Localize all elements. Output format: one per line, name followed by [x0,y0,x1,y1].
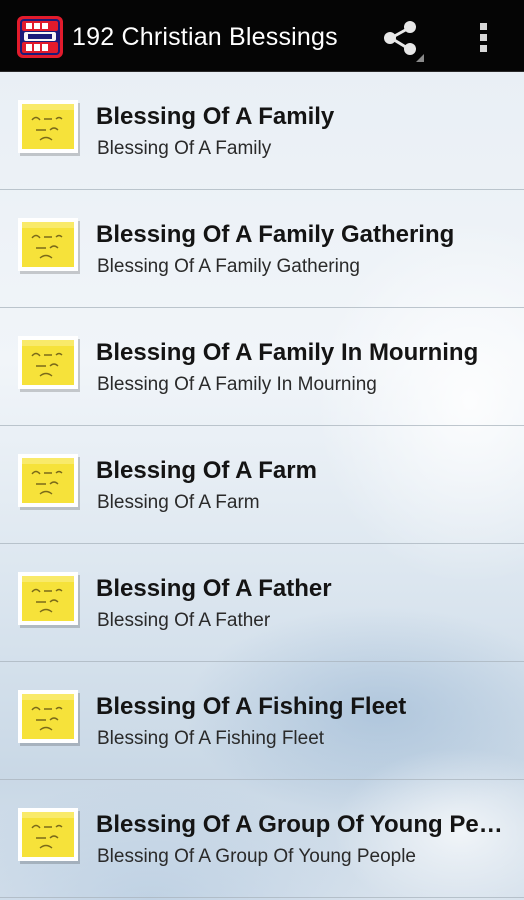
list-item[interactable]: Blessing Of A Group Of Young People Bles… [0,780,524,898]
app-logo-icon[interactable] [14,14,66,60]
item-title: Blessing Of A Father [96,575,332,602]
list-item[interactable]: Blessing Of A Fishing Fleet Blessing Of … [0,662,524,780]
list-item[interactable]: Blessing Of A Family Blessing Of A Famil… [0,72,524,190]
item-title: Blessing Of A Group Of Young People [96,811,514,838]
item-subtitle: Blessing Of A Father [97,610,271,631]
item-subtitle: Blessing Of A Family Gathering [97,256,360,277]
sticky-note-icon [18,336,80,392]
item-title: Blessing Of A Family Gathering [96,221,455,248]
sticky-note-icon [18,218,80,274]
sticky-note-icon [18,572,80,628]
item-title: Blessing Of A Fishing Fleet [96,693,407,720]
list-item[interactable]: Blessing Of A Family Gathering Blessing … [0,190,524,308]
item-title: Blessing Of A Family [96,103,335,130]
sticky-note-icon [18,454,80,510]
list-item[interactable]: Blessing Of A Farm Blessing Of A Farm [0,426,524,544]
overflow-menu-icon[interactable] [464,14,504,60]
item-title: Blessing Of A Farm [96,457,317,484]
blessings-list: Blessing Of A Family Blessing Of A Famil… [0,72,524,898]
action-bar: 192 Christian Blessings [0,0,524,72]
list-item[interactable]: Blessing Of A Father Blessing Of A Fathe… [0,544,524,662]
sticky-note-icon [18,690,80,746]
item-title: Blessing Of A Family In Mourning [96,339,479,366]
list-item[interactable]: Blessing Of A Family In Mourning Blessin… [0,308,524,426]
share-icon[interactable] [378,16,428,62]
item-subtitle: Blessing Of A Fishing Fleet [97,728,325,749]
item-subtitle: Blessing Of A Family In Mourning [97,374,377,395]
item-subtitle: Blessing Of A Group Of Young People [97,846,417,867]
app-title: 192 Christian Blessings [72,23,338,51]
sticky-note-icon [18,100,80,156]
item-subtitle: Blessing Of A Family [97,138,272,159]
item-subtitle: Blessing Of A Farm [97,492,260,513]
sticky-note-icon [18,808,80,864]
